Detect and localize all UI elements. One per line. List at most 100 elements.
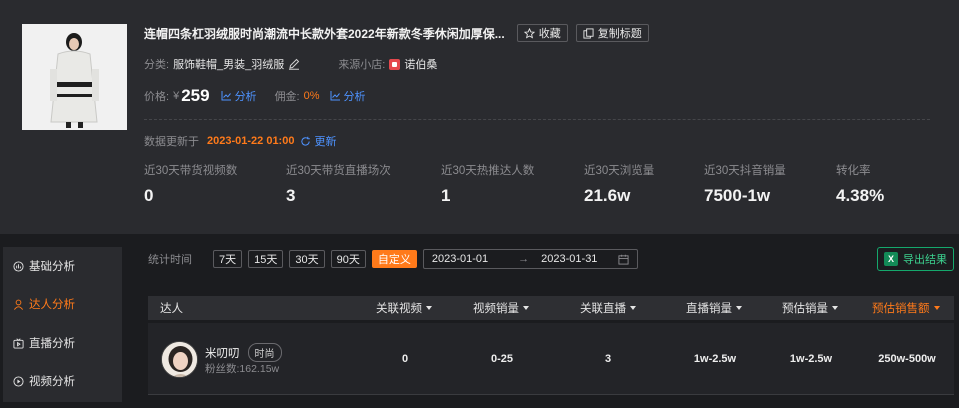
- cell-related-videos: 0: [401, 353, 409, 365]
- source-label: 来源小店:: [338, 59, 386, 71]
- source-shop-link[interactable]: 诺伯桑: [404, 56, 437, 72]
- stat-videos: 近30天带货视频数 0: [144, 162, 237, 206]
- person-icon: [14, 299, 23, 310]
- stat-label: 近30天带货直播场次: [286, 165, 391, 177]
- stat-douyin-sales: 近30天抖音销量 7500-1w: [704, 162, 786, 206]
- currency-symbol: ¥: [173, 90, 180, 102]
- update-time: 2023-01-22 01:00: [207, 135, 295, 147]
- refresh-label: 更新: [314, 136, 337, 148]
- stat-value: 1: [441, 186, 451, 205]
- stat-label: 近30天浏览量: [584, 165, 655, 177]
- date-range-arrow: →: [518, 253, 530, 265]
- shop-icon: [389, 58, 401, 70]
- refresh-icon: [301, 136, 311, 146]
- product-panel: 连帽四条杠羽绒服时尚潮流中长款外套2022年新款冬季休闲加厚保... 收藏 复制…: [0, 0, 959, 234]
- play-icon: [13, 375, 24, 387]
- start-date[interactable]: 2023-01-01: [432, 253, 488, 265]
- sort-caret-icon: [426, 306, 432, 310]
- th-estimated-sales[interactable]: 预估销量: [782, 296, 838, 320]
- sort-caret-icon: [933, 306, 940, 310]
- price-analysis-link[interactable]: 分析: [221, 88, 257, 104]
- stat-value: 7500-1w: [704, 186, 771, 205]
- sort-caret-icon: [832, 306, 838, 310]
- stat-value: 4.38%: [836, 186, 885, 205]
- influencer-name-block: 米叨叨 时尚: [205, 343, 282, 362]
- fan-count: 粉丝数:162.15w: [205, 363, 280, 375]
- category-tag: 时尚: [247, 343, 282, 362]
- price-analysis-label: 分析: [234, 91, 257, 103]
- stats-icon: [13, 260, 24, 272]
- stat-label: 近30天带货视频数: [144, 165, 238, 177]
- sidebar-item-label: 基础分析: [29, 261, 75, 273]
- analysis-sidebar: 基础分析 达人分析 直播分析 视频分析: [3, 247, 122, 402]
- price-value: 259: [181, 86, 210, 105]
- product-title: 连帽四条杠羽绒服时尚潮流中长款外套2022年新款冬季休闲加厚保...: [144, 26, 505, 41]
- th-video-sales[interactable]: 视频销量: [473, 296, 529, 320]
- sidebar-item-influencer[interactable]: 达人分析: [13, 295, 75, 313]
- stat-lives: 近30天带货直播场次 3: [286, 162, 391, 206]
- commission-analysis-label: 分析: [343, 91, 366, 103]
- stat-label: 近30天抖音销量: [704, 165, 786, 177]
- influencer-name[interactable]: 米叨叨: [205, 345, 240, 361]
- export-button[interactable]: X 导出结果: [877, 247, 954, 271]
- star-icon: [523, 27, 535, 39]
- table-row[interactable]: 米叨叨 时尚 粉丝数:162.15w 0 0-25 3 1w-2.5w 1w-2…: [148, 323, 954, 395]
- range-30d-button[interactable]: 30天: [289, 250, 325, 268]
- range-90d-button[interactable]: 90天: [330, 250, 366, 268]
- date-range-picker[interactable]: 2023-01-01 → 2023-01-31: [422, 249, 638, 269]
- th-live-sales[interactable]: 直播销量: [686, 296, 742, 320]
- cell-estimated-revenue: 250w-500w: [878, 353, 936, 365]
- stat-value: 21.6w: [584, 186, 631, 205]
- sort-caret-icon: [523, 306, 529, 310]
- cell-live-sales: 1w-2.5w: [693, 353, 737, 365]
- stat-label: 近30天热推达人数: [441, 165, 535, 177]
- th-label: 视频销量: [473, 303, 519, 315]
- th-label: 直播销量: [686, 303, 732, 315]
- cell-video-sales: 0-25: [490, 353, 514, 365]
- sidebar-item-label: 视频分析: [29, 376, 75, 388]
- avatar[interactable]: [161, 341, 198, 378]
- th-label: 预估销量: [782, 303, 828, 315]
- sidebar-item-label: 直播分析: [29, 338, 75, 350]
- range-7d-button[interactable]: 7天: [213, 250, 243, 268]
- stat-label: 转化率: [836, 165, 871, 177]
- edit-icon[interactable]: [288, 58, 300, 70]
- cell-related-lives: 3: [604, 353, 612, 365]
- th-related-lives[interactable]: 关联直播: [580, 296, 636, 320]
- sidebar-item-live[interactable]: 直播分析: [13, 334, 75, 352]
- th-label: 预估销售额: [872, 303, 930, 315]
- copy-title-label: 复制标题: [597, 28, 642, 40]
- sidebar-item-video[interactable]: 视频分析: [13, 372, 75, 390]
- end-date[interactable]: 2023-01-31: [541, 253, 597, 265]
- copy-icon: [583, 27, 594, 39]
- sort-caret-icon: [736, 306, 742, 310]
- copy-title-button[interactable]: 复制标题: [575, 24, 649, 42]
- product-image[interactable]: [22, 24, 127, 130]
- commission-value: 0%: [303, 90, 320, 102]
- range-custom-button[interactable]: 自定义: [371, 250, 417, 268]
- th-estimated-revenue[interactable]: 预估销售额: [872, 296, 940, 320]
- stat-value: 3: [286, 186, 296, 205]
- line-chart-icon: [221, 91, 231, 101]
- category-value: 服饰鞋帽_男装_羽绒服: [173, 59, 285, 71]
- line-chart-icon: [330, 91, 340, 101]
- th-influencer: 达人: [160, 296, 183, 320]
- th-label: 关联视频: [376, 303, 422, 315]
- price-label: 价格:: [144, 91, 170, 103]
- favorite-button[interactable]: 收藏: [516, 24, 568, 42]
- export-label: 导出结果: [903, 254, 947, 266]
- refresh-button[interactable]: 更新: [300, 133, 336, 149]
- table-header: 达人 关联视频 视频销量 关联直播 直播销量 预估销量 预估销售额: [148, 296, 954, 320]
- range-15d-button[interactable]: 15天: [248, 250, 284, 268]
- calendar-icon: [618, 254, 629, 265]
- stat-views: 近30天浏览量 21.6w: [584, 162, 654, 206]
- commission-analysis-link[interactable]: 分析: [330, 88, 366, 104]
- cell-estimated-sales: 1w-2.5w: [789, 353, 833, 365]
- stat-value: 0: [144, 186, 154, 205]
- time-filter-label: 统计时间: [148, 254, 192, 266]
- sidebar-item-basic[interactable]: 基础分析: [13, 257, 75, 275]
- time-filter: 统计时间 7天 15天 30天 90天 自定义 2023-01-01 → 202…: [148, 249, 638, 269]
- divider: [144, 119, 930, 120]
- live-icon: [13, 337, 24, 349]
- th-related-videos[interactable]: 关联视频: [376, 296, 432, 320]
